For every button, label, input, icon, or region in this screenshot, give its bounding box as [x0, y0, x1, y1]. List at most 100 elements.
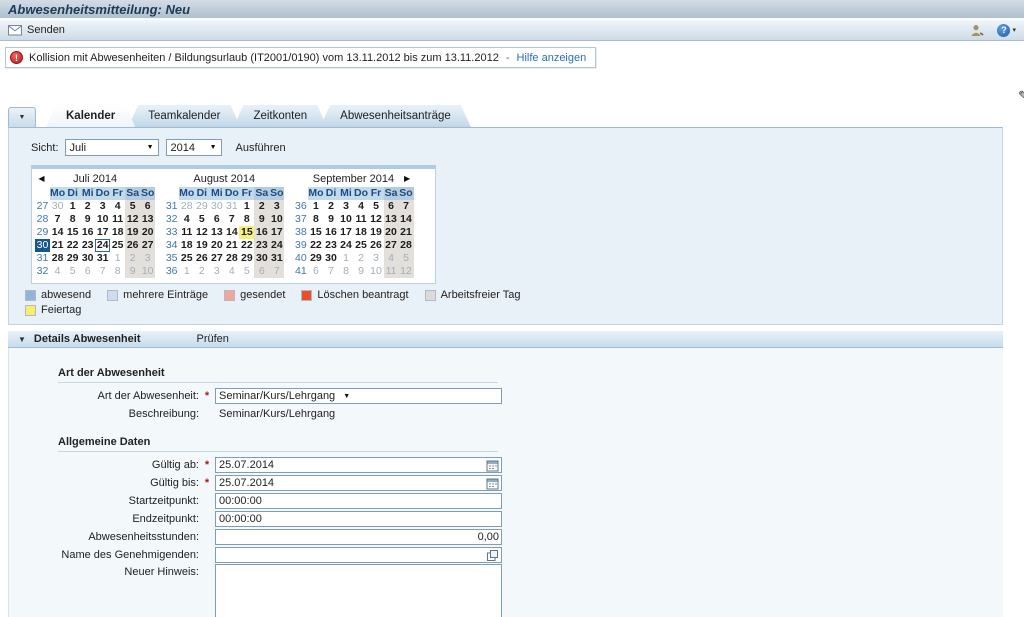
- week-number[interactable]: 27: [35, 200, 50, 213]
- end-time-input[interactable]: [219, 513, 499, 526]
- calendar-day[interactable]: 22: [65, 239, 80, 252]
- collapse-triangle-icon[interactable]: ▼: [18, 335, 26, 344]
- calendar-day[interactable]: 23: [324, 239, 339, 252]
- tab-overview-dropdown-button[interactable]: ▼: [8, 107, 36, 127]
- calendar-day[interactable]: 8: [65, 213, 80, 226]
- calendar-day[interactable]: 25: [354, 239, 369, 252]
- calendar-day[interactable]: 1: [65, 200, 80, 213]
- calendar-day[interactable]: 4: [110, 200, 125, 213]
- calendar-day[interactable]: 3: [339, 200, 354, 213]
- calendar-day[interactable]: 30: [254, 252, 269, 265]
- calendar-day[interactable]: 26: [369, 239, 384, 252]
- calendar-day[interactable]: 19: [369, 226, 384, 239]
- calendar-day[interactable]: 11: [384, 265, 399, 278]
- calendar-day[interactable]: 19: [194, 239, 209, 252]
- calendar-day[interactable]: 4: [224, 265, 239, 278]
- calendar-day[interactable]: 27: [209, 252, 224, 265]
- calendar-day[interactable]: 28: [399, 239, 414, 252]
- calendar-day[interactable]: 3: [209, 265, 224, 278]
- calendar-day[interactable]: 12: [194, 226, 209, 239]
- calendar-day[interactable]: 4: [179, 213, 194, 226]
- calendar-day[interactable]: 26: [125, 239, 140, 252]
- calendar-day[interactable]: 2: [254, 200, 269, 213]
- calendar-day[interactable]: 14: [399, 213, 414, 226]
- calendar-day[interactable]: 1: [308, 200, 323, 213]
- calendar-day[interactable]: 30: [209, 200, 224, 213]
- check-button[interactable]: Prüfen: [197, 333, 229, 345]
- show-help-link[interactable]: Hilfe anzeigen: [517, 52, 587, 64]
- week-number[interactable]: 32: [164, 213, 179, 226]
- personalize-icon[interactable]: [970, 24, 985, 37]
- week-number[interactable]: 38: [293, 226, 308, 239]
- calendar-day[interactable]: 12: [369, 213, 384, 226]
- calendar-day[interactable]: 7: [50, 213, 65, 226]
- calendar-day[interactable]: 26: [194, 252, 209, 265]
- calendar-day[interactable]: 3: [95, 200, 110, 213]
- calendar-day[interactable]: 17: [269, 226, 284, 239]
- calendar-day[interactable]: 24: [95, 239, 110, 252]
- calendar-day[interactable]: 3: [269, 200, 284, 213]
- calendar-day[interactable]: 31: [95, 252, 110, 265]
- calendar-day[interactable]: 5: [194, 213, 209, 226]
- calendar-day[interactable]: 3: [140, 252, 155, 265]
- calendar-day[interactable]: 3: [369, 252, 384, 265]
- calendar-day[interactable]: 9: [80, 213, 95, 226]
- calendar-day[interactable]: 31: [224, 200, 239, 213]
- new-note-textarea[interactable]: [215, 564, 502, 617]
- calendar-day[interactable]: 8: [239, 213, 254, 226]
- calendar-day[interactable]: 4: [354, 200, 369, 213]
- week-number[interactable]: 31: [35, 252, 50, 265]
- date-picker-icon[interactable]: [486, 477, 499, 490]
- week-number[interactable]: 40: [293, 252, 308, 265]
- week-number[interactable]: 33: [164, 226, 179, 239]
- calendar-day[interactable]: 6: [308, 265, 323, 278]
- calendar-day[interactable]: 27: [140, 239, 155, 252]
- calendar-day[interactable]: 21: [224, 239, 239, 252]
- calendar-day[interactable]: 2: [324, 200, 339, 213]
- calendar-day[interactable]: 19: [125, 226, 140, 239]
- calendar-day[interactable]: 14: [224, 226, 239, 239]
- calendar-day[interactable]: 5: [399, 252, 414, 265]
- calendar-day[interactable]: 5: [369, 200, 384, 213]
- calendar-day[interactable]: 31: [269, 252, 284, 265]
- calendar-day[interactable]: 30: [50, 200, 65, 213]
- absence-hours-input[interactable]: [219, 531, 499, 544]
- week-number[interactable]: 29: [35, 226, 50, 239]
- calendar-day[interactable]: 15: [65, 226, 80, 239]
- year-select[interactable]: 2014 ▼: [166, 139, 222, 156]
- calendar-day[interactable]: 20: [384, 226, 399, 239]
- calendar-day[interactable]: 17: [339, 226, 354, 239]
- calendar-day[interactable]: 2: [194, 265, 209, 278]
- calendar-day[interactable]: 10: [95, 213, 110, 226]
- calendar-day[interactable]: 15: [308, 226, 323, 239]
- calendar-day[interactable]: 1: [110, 252, 125, 265]
- calendar-day[interactable]: 7: [224, 213, 239, 226]
- calendar-day[interactable]: 8: [110, 265, 125, 278]
- calendar-day[interactable]: 9: [125, 265, 140, 278]
- calendar-day[interactable]: 12: [125, 213, 140, 226]
- calendar-day[interactable]: 20: [140, 226, 155, 239]
- calendar-day[interactable]: 28: [224, 252, 239, 265]
- calendar-day[interactable]: 7: [269, 265, 284, 278]
- calendar-day[interactable]: 22: [239, 239, 254, 252]
- calendar-day[interactable]: 18: [179, 239, 194, 252]
- calendar-day[interactable]: 16: [254, 226, 269, 239]
- calendar-day[interactable]: 29: [239, 252, 254, 265]
- date-picker-icon[interactable]: [486, 459, 499, 472]
- week-number[interactable]: 34: [164, 239, 179, 252]
- calendar-day[interactable]: 17: [95, 226, 110, 239]
- calendar-day[interactable]: 28: [179, 200, 194, 213]
- tab-teamkalender[interactable]: Teamkalender: [128, 105, 240, 127]
- week-number[interactable]: 30: [35, 239, 50, 252]
- calendar-day[interactable]: 10: [269, 213, 284, 226]
- calendar-day[interactable]: 9: [324, 213, 339, 226]
- calendar-day[interactable]: 24: [339, 239, 354, 252]
- calendar-day[interactable]: 6: [140, 200, 155, 213]
- calendar-day[interactable]: 16: [80, 226, 95, 239]
- calendar-day[interactable]: 18: [110, 226, 125, 239]
- calendar-day[interactable]: 6: [80, 265, 95, 278]
- calendar-day[interactable]: 9: [254, 213, 269, 226]
- calendar-day[interactable]: 7: [324, 265, 339, 278]
- calendar-day[interactable]: 11: [179, 226, 194, 239]
- calendar-day[interactable]: 12: [399, 265, 414, 278]
